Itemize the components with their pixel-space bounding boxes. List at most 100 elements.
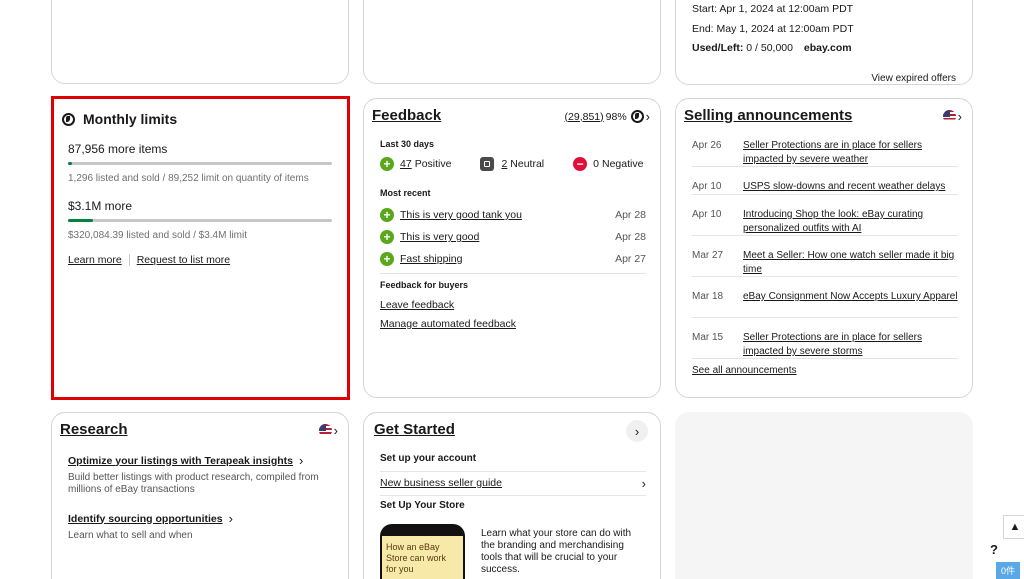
store-promo-card[interactable]: How an eBay Store can work for you — [380, 524, 465, 579]
list-item: Mar 27 Meet a Seller: How one watch sell… — [692, 249, 958, 277]
list-item: + This is very good Apr 28 — [380, 226, 646, 248]
announcement-date: Apr 26 — [692, 140, 722, 151]
announcement-date: Mar 15 — [692, 332, 724, 343]
terapeak-description: Build better listings with product resea… — [68, 472, 319, 495]
announcements-title[interactable]: Selling announcements — [684, 107, 852, 124]
positive-icon: + — [380, 208, 394, 222]
negative-label: Negative — [602, 158, 644, 170]
sourcing-description: Learn what to sell and when — [68, 530, 193, 541]
get-started-title[interactable]: Get Started — [374, 421, 455, 438]
recent-feedback-date: Apr 28 — [615, 231, 646, 243]
link-divider — [128, 254, 130, 266]
sourcing-opportunities-link[interactable]: Identify sourcing opportunities — [68, 513, 223, 525]
positive-count[interactable]: 47 — [400, 158, 412, 170]
feedback-title[interactable]: Feedback — [372, 107, 441, 124]
help-icon: ? — [990, 541, 998, 557]
setup-account-label: Set up your account — [380, 453, 477, 464]
neutral-label: Neutral — [510, 158, 545, 170]
monthly-limits-card: Monthly limits 87,956 more items 1,296 l… — [51, 96, 350, 400]
recent-feedback-link[interactable]: This is very good — [400, 231, 479, 243]
recent-feedback-link[interactable]: Fast shipping — [400, 253, 462, 265]
view-expired-offers-link[interactable]: View expired offers — [871, 73, 956, 84]
chevron-right-icon[interactable]: › — [642, 476, 646, 491]
research-title[interactable]: Research — [60, 421, 128, 438]
cart-badge[interactable]: 0件 — [996, 562, 1020, 579]
recent-feedback-list: + This is very good tank you Apr 28 + Th… — [380, 204, 646, 270]
help-button[interactable]: ? — [982, 537, 1006, 561]
chevron-up-icon: ▲ — [1009, 521, 1021, 533]
list-item: Apr 26 Seller Protections are in place f… — [692, 139, 958, 167]
positive-icon: + — [380, 230, 394, 244]
negative-icon: − — [573, 157, 588, 171]
neutral-icon — [480, 157, 495, 171]
offer-end: End: May 1, 2024 at 12:00am PDT — [692, 22, 854, 35]
us-flag-icon — [942, 110, 956, 123]
announcement-list: Apr 26 Seller Protections are in place f… — [692, 139, 958, 378]
announcement-date: Mar 27 — [692, 250, 724, 261]
items-progress-bar — [68, 162, 332, 165]
divider — [380, 471, 646, 472]
recent-feedback-link[interactable]: This is very good tank you — [400, 209, 522, 221]
leave-feedback-link[interactable]: Leave feedback — [380, 299, 454, 311]
announcement-link[interactable]: Seller Protections are in place for sell… — [743, 331, 958, 358]
store-description: Learn what your store can do with the br… — [481, 528, 632, 575]
amount-progress-bar — [68, 219, 332, 222]
list-item: Apr 10 USPS slow-downs and recent weathe… — [692, 180, 958, 195]
positive-icon: + — [380, 252, 394, 266]
feedback-card: Feedback (29,851) 98% › Last 30 days + 4… — [363, 98, 661, 398]
last-30-days-label: Last 30 days — [380, 139, 435, 149]
top-middle-card — [363, 0, 661, 84]
feedback-for-buyers-label: Feedback for buyers — [380, 280, 469, 290]
get-started-card: Get Started › Set up your account New bu… — [363, 412, 661, 579]
list-item: Apr 10 Introducing Shop the look: eBay c… — [692, 208, 958, 236]
divider — [380, 273, 646, 274]
amount-detail: $320,084.39 listed and sold / $3.4M limi… — [68, 230, 247, 241]
announcement-link[interactable]: Introducing Shop the look: eBay curating… — [743, 208, 958, 235]
chevron-right-icon[interactable]: › — [334, 423, 338, 438]
announcement-link[interactable]: Meet a Seller: How one watch seller made… — [743, 249, 958, 276]
neutral-count[interactable]: 2 — [501, 158, 507, 170]
divider — [380, 495, 646, 496]
items-detail: 1,296 listed and sold / 89,252 limit on … — [68, 173, 309, 184]
chevron-right-icon: › — [634, 423, 640, 439]
chevron-right-icon[interactable]: › — [958, 109, 962, 124]
offers-card: Start: Apr 1, 2024 at 12:00am PDT End: M… — [675, 0, 973, 85]
announcement-link[interactable]: Seller Protections are in place for sell… — [743, 139, 958, 166]
manage-automated-feedback-link[interactable]: Manage automated feedback — [380, 318, 516, 330]
monthly-limits-title: Monthly limits — [83, 111, 178, 127]
list-item: Mar 18 eBay Consignment Now Accepts Luxu… — [692, 290, 958, 318]
announcement-date: Mar 18 — [692, 291, 724, 302]
offer-used: Used/Left: 0 / 50,000 ebay.com — [692, 42, 852, 54]
top-left-card — [51, 0, 349, 84]
globe-icon — [62, 112, 75, 126]
amount-progress-fill — [68, 219, 93, 222]
placeholder-card — [675, 412, 973, 579]
amount-more: $3.1M more — [68, 199, 133, 213]
list-item: + Fast shipping Apr 27 — [380, 248, 646, 270]
store-promo-panel: How an eBay Store can work for you — [382, 536, 463, 579]
chevron-right-icon[interactable]: › — [229, 511, 233, 526]
see-all-announcements-link[interactable]: See all announcements — [692, 364, 958, 378]
new-business-seller-guide-link[interactable]: New business seller guide — [380, 477, 502, 489]
offer-start: Start: Apr 1, 2024 at 12:00am PDT — [692, 3, 854, 15]
scroll-to-top-button[interactable]: ▲ — [1003, 515, 1024, 539]
chevron-right-icon[interactable]: › — [646, 109, 650, 124]
setup-store-label: Set Up Your Store — [380, 500, 465, 511]
learn-more-link[interactable]: Learn more — [68, 254, 122, 266]
feedback-count[interactable]: (29,851) — [565, 111, 604, 123]
feedback-percent: 98% — [605, 110, 627, 123]
chevron-right-icon[interactable]: › — [299, 453, 303, 468]
chevron-right-button[interactable]: › — [626, 420, 648, 442]
announcement-link[interactable]: USPS slow-downs and recent weather delay… — [743, 180, 958, 194]
announcement-link[interactable]: eBay Consignment Now Accepts Luxury Appa… — [743, 290, 958, 317]
terapeak-insights-link[interactable]: Optimize your listings with Terapeak ins… — [68, 455, 293, 467]
announcement-date: Apr 10 — [692, 181, 722, 192]
most-recent-label: Most recent — [380, 188, 431, 198]
store-promo-text: How an eBay Store can work for you — [386, 542, 447, 574]
recent-feedback-date: Apr 27 — [615, 253, 646, 265]
request-to-list-more-link[interactable]: Request to list more — [137, 254, 230, 266]
list-item: + This is very good tank you Apr 28 — [380, 204, 646, 226]
us-flag-icon — [318, 424, 332, 437]
negative-count: 0 — [593, 158, 599, 170]
positive-label: Positive — [414, 158, 452, 170]
